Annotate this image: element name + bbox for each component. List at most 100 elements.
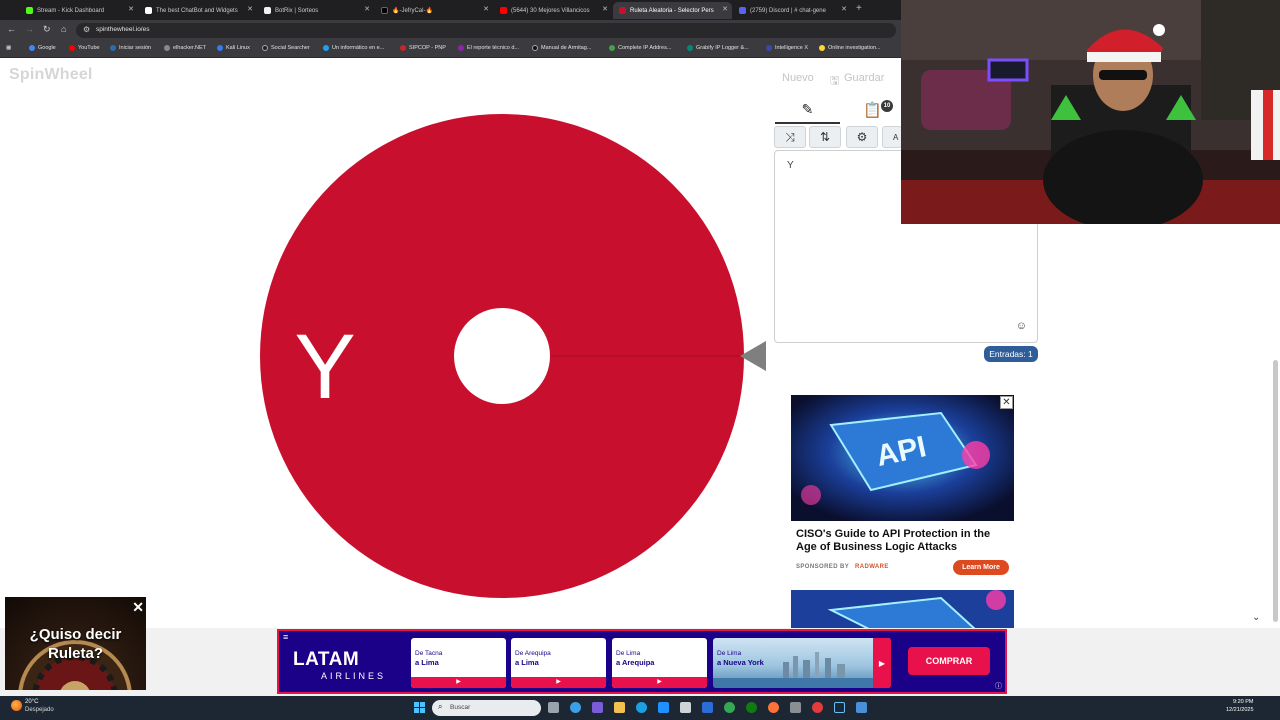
wheel-svg[interactable]: Y bbox=[0, 58, 900, 628]
app-icon[interactable] bbox=[812, 702, 823, 713]
ad-title[interactable]: CISO's Guide to API Protection in the Ag… bbox=[796, 528, 1011, 554]
tab-close-icon[interactable]: ✕ bbox=[602, 5, 608, 13]
route-from: De Arequipa bbox=[515, 650, 551, 657]
close-icon[interactable]: ✕ bbox=[1000, 396, 1013, 409]
bookmark-item[interactable]: Online investigation... bbox=[819, 45, 881, 51]
browser-tab[interactable]: BotRix | Sorteos ✕ bbox=[258, 2, 374, 19]
browser-tab[interactable]: (2759) Discord | # chat-gene ✕ bbox=[733, 2, 851, 19]
shuffle-button[interactable]: ⤨ bbox=[774, 126, 806, 148]
bookmark-icon bbox=[323, 45, 329, 51]
route-from: De Tacna bbox=[415, 650, 443, 657]
bookmark-icon bbox=[110, 45, 116, 51]
steam-icon[interactable] bbox=[834, 702, 845, 713]
tab-title: 🔥-JefryCal-🔥 bbox=[392, 8, 433, 14]
page-scrollbar[interactable] bbox=[1273, 360, 1278, 622]
play-icon[interactable]: ▶ bbox=[411, 677, 506, 688]
route-card[interactable]: De Arequipa a Lima ▶ bbox=[511, 638, 606, 688]
windows-start-icon[interactable] bbox=[414, 702, 425, 713]
taskbar-time[interactable]: 9:20 PM bbox=[1233, 699, 1253, 705]
task-view-icon[interactable] bbox=[548, 702, 559, 713]
chevron-down-icon[interactable]: ⌄ bbox=[1252, 612, 1260, 623]
bookmark-item[interactable]: Complete IP Addres... bbox=[609, 45, 671, 51]
emoji-icon[interactable]: ☺ bbox=[1016, 320, 1027, 332]
featured-route-card[interactable]: De Lima a Nueva York ▶ bbox=[713, 638, 891, 688]
taskbar-date[interactable]: 12/21/2025 bbox=[1226, 707, 1254, 713]
tab-close-icon[interactable]: ✕ bbox=[128, 5, 134, 13]
bookmark-item[interactable]: Social Searcher bbox=[262, 45, 310, 51]
bookmark-item[interactable]: Iniciar sesión bbox=[110, 45, 151, 51]
back-arrow-icon[interactable]: ← bbox=[7, 24, 16, 34]
apps-grid-icon[interactable]: ▦ bbox=[6, 45, 11, 51]
teams-icon[interactable] bbox=[592, 702, 603, 713]
store-icon[interactable] bbox=[658, 702, 669, 713]
app-icon[interactable] bbox=[790, 702, 801, 713]
forward-arrow-icon[interactable]: → bbox=[25, 24, 34, 34]
route-card[interactable]: De Tacna a Lima ▶ bbox=[411, 638, 506, 688]
bookmark-label: Grabify IP Logger &... bbox=[696, 45, 749, 51]
browser-tab[interactable]: 🔥-JefryCal-🔥 ✕ bbox=[375, 2, 493, 19]
buy-button[interactable]: COMPRAR bbox=[908, 647, 990, 675]
browser-tab-active[interactable]: Ruleta Aleatoria - Selector Pers ✕ bbox=[613, 2, 732, 19]
bookmark-item[interactable]: Grabify IP Logger &... bbox=[687, 45, 749, 51]
latam-banner-ad[interactable]: ≡ LATAM AIRLINES De Tacna a Lima ▶ De Ar… bbox=[277, 629, 1007, 694]
tab-close-icon[interactable]: ✕ bbox=[841, 5, 847, 13]
bookmark-label: YouTube bbox=[78, 45, 100, 51]
bookmark-item[interactable]: Google bbox=[29, 45, 56, 51]
roulette-video-ad[interactable]: ¿Quiso decir Ruleta? ✕ bbox=[5, 597, 146, 690]
menu-icon[interactable]: ≡ bbox=[283, 632, 288, 642]
reload-icon[interactable]: ↻ bbox=[43, 24, 51, 35]
play-icon[interactable]: ▶ bbox=[612, 677, 707, 688]
tab-title: (2759) Discord | # chat-gene bbox=[750, 7, 826, 14]
browser-tab[interactable]: (5644) 30 Mejores Villancicos ✕ bbox=[494, 2, 612, 19]
widgets-icon[interactable] bbox=[570, 702, 581, 713]
sort-button[interactable]: ⇅ bbox=[809, 126, 841, 148]
calculator-icon[interactable] bbox=[856, 702, 867, 713]
tab-entries[interactable]: ✎ bbox=[775, 96, 840, 124]
xbox-icon[interactable] bbox=[746, 702, 757, 713]
bookmark-item[interactable]: El reporte técnico d... bbox=[458, 45, 519, 51]
settings-app-icon[interactable] bbox=[680, 702, 691, 713]
bookmark-item[interactable]: elhacker.NET bbox=[164, 45, 206, 51]
learn-more-button[interactable]: Learn More bbox=[953, 560, 1009, 575]
results-count-badge: 10 bbox=[881, 100, 893, 112]
bookmark-item[interactable]: Manual de Armitag... bbox=[532, 45, 591, 51]
bookmark-item[interactable]: SIPCOP - PNP bbox=[400, 45, 446, 51]
tab-close-icon[interactable]: ✕ bbox=[247, 5, 253, 13]
home-icon[interactable]: ⌂ bbox=[61, 24, 66, 34]
weather-icon[interactable] bbox=[11, 700, 22, 711]
tab-close-icon[interactable]: ✕ bbox=[364, 5, 370, 13]
tab-close-icon[interactable]: ✕ bbox=[483, 5, 489, 13]
edge-icon[interactable] bbox=[636, 702, 647, 713]
route-from: De Lima bbox=[717, 650, 742, 657]
browser-tab[interactable]: The best ChatBot and Widgets ✕ bbox=[139, 2, 257, 19]
bookmark-label: Complete IP Addres... bbox=[618, 45, 672, 51]
webcam-overlay bbox=[901, 0, 1280, 224]
vscode-icon[interactable] bbox=[702, 702, 713, 713]
route-to: a Nueva York bbox=[717, 658, 764, 667]
advanced-button[interactable]: A bbox=[882, 126, 902, 148]
site-info-icon[interactable]: ⚙ bbox=[83, 25, 90, 34]
tab-results[interactable]: 📋 bbox=[845, 96, 900, 124]
bookmark-item[interactable]: YouTube bbox=[69, 45, 100, 51]
settings-button[interactable]: ⚙ bbox=[846, 126, 878, 148]
taskbar-search-input[interactable]: ⌕ Buscar bbox=[432, 700, 541, 716]
wheel-center[interactable] bbox=[454, 308, 550, 404]
new-tab-button[interactable]: + bbox=[856, 3, 862, 14]
tab-close-icon[interactable]: ✕ bbox=[722, 5, 728, 13]
route-card[interactable]: De Lima a Arequipa ▶ bbox=[612, 638, 707, 688]
bookmark-item[interactable]: Intelligence X bbox=[766, 45, 808, 51]
firefox-icon[interactable] bbox=[768, 702, 779, 713]
tab-title: Stream - Kick Dashboard bbox=[37, 7, 105, 14]
entries-text: Y bbox=[787, 160, 794, 171]
play-icon[interactable]: ▶ bbox=[511, 677, 606, 688]
chevron-right-icon[interactable]: ▶ bbox=[873, 638, 891, 688]
info-icon[interactable]: ⓘ bbox=[995, 681, 1002, 691]
bookmark-item[interactable]: Kali Linux bbox=[217, 45, 250, 51]
address-bar[interactable]: ⚙ spinthewheel.io/es bbox=[76, 23, 896, 38]
browser-tab[interactable]: Stream - Kick Dashboard ✕ bbox=[20, 2, 138, 19]
sponsored-ad-card[interactable]: API ✕ CISO's Guide to API Protection in … bbox=[791, 395, 1014, 580]
chrome-icon[interactable] bbox=[724, 702, 735, 713]
bookmark-item[interactable]: Un informático en e... bbox=[323, 45, 384, 51]
file-explorer-icon[interactable] bbox=[614, 702, 625, 713]
close-icon[interactable]: ✕ bbox=[132, 599, 144, 616]
